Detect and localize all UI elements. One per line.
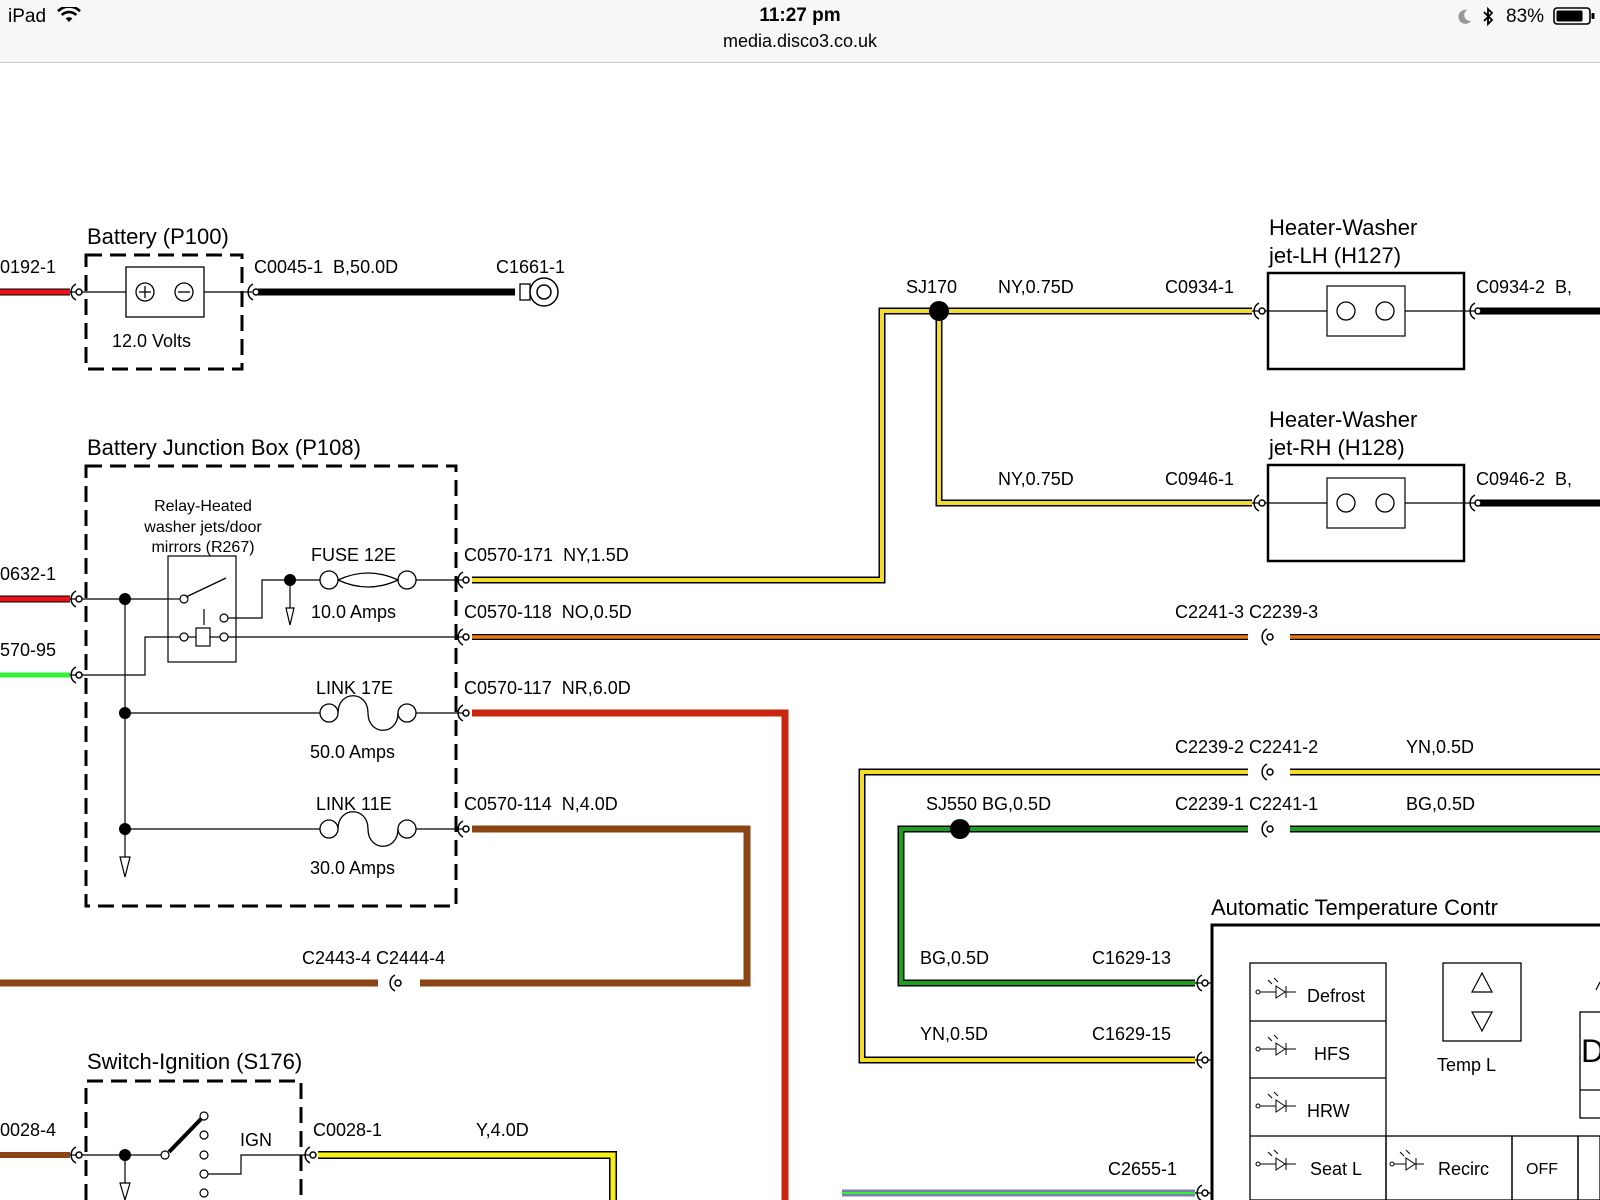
connector-c2239-2 bbox=[1261, 763, 1274, 781]
label-c0632: 0632-1 bbox=[0, 564, 56, 584]
fuse-12e-label: FUSE 12E bbox=[311, 545, 396, 565]
wire-yellow-ny-1-5 bbox=[472, 307, 939, 584]
ground-terminal-icon bbox=[519, 277, 559, 307]
battery-voltage: 12.0 Volts bbox=[112, 331, 191, 351]
link-11e: LINK 11E 30.0 Amps bbox=[310, 794, 417, 878]
label-c2443-4: C2443-4 C2444-4 bbox=[302, 948, 445, 968]
label-bg05-right: BG,0.5D bbox=[1406, 794, 1475, 814]
connector-c2241-3 bbox=[1261, 628, 1274, 646]
label-c0045: C0045-1 B,50.0D bbox=[254, 257, 398, 277]
label-c2239-1: C2239-1 C2241-1 bbox=[1175, 794, 1318, 814]
wire-yellow-y-4-0 bbox=[318, 1151, 617, 1200]
atc-button-hfs: HFS bbox=[1314, 1044, 1350, 1064]
atc-temp-label: Temp L bbox=[1437, 1055, 1496, 1075]
atc-button-defrost: Defrost bbox=[1307, 986, 1365, 1006]
label-c0570-114: C0570-114 N,4.0D bbox=[464, 794, 618, 814]
label-c0192: 0192-1 bbox=[0, 257, 56, 277]
led-icon bbox=[1255, 1149, 1296, 1171]
battery-p100: Battery (P100) 12.0 Volts bbox=[70, 224, 252, 371]
washer-lh-title-2: jet-LH (H127) bbox=[1268, 243, 1401, 268]
label-c0934-2: C0934-2 B, bbox=[1476, 277, 1572, 297]
label-c0946-1: C0946-1 bbox=[1165, 469, 1234, 489]
label-c2241-3: C2241-3 C2239-3 bbox=[1175, 602, 1318, 622]
connector-c2443-4 bbox=[389, 974, 402, 992]
led-icon bbox=[1255, 977, 1296, 999]
minus-terminal-icon bbox=[174, 282, 194, 302]
label-sj170: SJ170 bbox=[906, 277, 957, 297]
label-c0028-1: C0028-1 bbox=[313, 1120, 382, 1140]
heater-washer-jet-lh: Heater-Washer jet-LH (H127) bbox=[1252, 215, 1476, 371]
atc-button-recirc: Recirc bbox=[1438, 1159, 1489, 1179]
label-yn05-left: YN,0.5D bbox=[920, 1024, 988, 1044]
relay-label-line2: washer jets/door bbox=[143, 519, 262, 536]
led-icon bbox=[1389, 1149, 1424, 1171]
relay-label-line3: mirrors (R267) bbox=[151, 539, 254, 556]
ground-arrow-icon bbox=[119, 1182, 131, 1200]
wire-yellow-yn-0-5 bbox=[858, 768, 1248, 1064]
label-c0570-118: C0570-118 NO,0.5D bbox=[464, 602, 632, 622]
washer-lh-title-1: Heater-Washer bbox=[1269, 215, 1417, 240]
atc-button-off: OFF bbox=[1526, 1161, 1558, 1178]
label-bg05-left: BG,0.5D bbox=[920, 948, 989, 968]
link-11e-rating: 30.0 Amps bbox=[310, 858, 395, 878]
label-c1629-15: C1629-15 bbox=[1092, 1024, 1171, 1044]
label-y40: Y,4.0D bbox=[476, 1120, 529, 1140]
washer-rh-title-1: Heater-Washer bbox=[1269, 407, 1417, 432]
label-c1629-13: C1629-13 bbox=[1092, 948, 1171, 968]
label-c2655-1: C2655-1 bbox=[1108, 1159, 1177, 1179]
ignition-ign-label: IGN bbox=[240, 1130, 272, 1150]
ignition-title: Switch-Ignition (S176) bbox=[87, 1049, 302, 1074]
label-c0934-1: C0934-1 bbox=[1165, 277, 1234, 297]
bjb-title: Battery Junction Box (P108) bbox=[87, 435, 361, 460]
atc-button-seat-l: Seat L bbox=[1310, 1159, 1362, 1179]
led-icon bbox=[1255, 1034, 1296, 1056]
label-c0028-4: 0028-4 bbox=[0, 1120, 56, 1140]
atc-partial-arrow-icon bbox=[1595, 981, 1600, 991]
automatic-temperature-control: Automatic Temperature Contr Defrost HFS … bbox=[1195, 895, 1600, 1200]
splice-sj550 bbox=[950, 819, 970, 839]
wire-brown-n-4-0 bbox=[420, 825, 751, 987]
relay-label-line1: Relay-Heated bbox=[154, 498, 252, 515]
label-ny075-lh: NY,0.75D bbox=[998, 277, 1074, 297]
label-c0570-117: C0570-117 NR,6.0D bbox=[464, 678, 631, 698]
label-ny075-rh: NY,0.75D bbox=[998, 469, 1074, 489]
atc-title: Automatic Temperature Contr bbox=[1211, 895, 1498, 920]
battery-title: Battery (P100) bbox=[87, 224, 229, 249]
switch-ignition-s176: Switch-Ignition (S176) IGN bbox=[70, 1049, 310, 1200]
ground-arrow-icon bbox=[285, 607, 295, 626]
label-c1661: C1661-1 bbox=[496, 257, 565, 277]
atc-display-partial: D bbox=[1581, 1033, 1600, 1069]
battery-junction-box-p108: Battery Junction Box (P108) Relay-Heated… bbox=[70, 435, 463, 908]
link-11e-label: LINK 11E bbox=[316, 794, 392, 814]
ground-arrow-icon bbox=[119, 856, 131, 878]
splice-sj170 bbox=[929, 301, 949, 321]
washer-rh-title-2: jet-RH (H128) bbox=[1268, 435, 1405, 460]
label-c0570-171: C0570-171 NY,1.5D bbox=[464, 545, 629, 565]
wiring-diagram: Battery (P100) 12.0 Volts Battery Juncti… bbox=[0, 215, 1600, 1200]
fuse-12e-rating: 10.0 Amps bbox=[311, 602, 396, 622]
up-arrow-icon bbox=[1471, 971, 1493, 993]
atc-button-hrw: HRW bbox=[1307, 1101, 1350, 1121]
label-yn05-right: YN,0.5D bbox=[1406, 737, 1474, 757]
fuse-12e: FUSE 12E 10.0 Amps bbox=[284, 545, 463, 626]
link-17e-label: LINK 17E bbox=[316, 678, 393, 698]
label-c0946-2: C0946-2 B, bbox=[1476, 469, 1572, 489]
link-17e: LINK 17E 50.0 Amps bbox=[310, 678, 417, 762]
link-17e-rating: 50.0 Amps bbox=[310, 742, 395, 762]
down-arrow-icon bbox=[1471, 1011, 1493, 1033]
label-c2239-2: C2239-2 C2241-2 bbox=[1175, 737, 1318, 757]
label-c0570-95: 570-95 bbox=[0, 640, 56, 660]
heater-washer-jet-rh: Heater-Washer jet-RH (H128) bbox=[1252, 407, 1476, 563]
plus-terminal-icon bbox=[135, 282, 155, 302]
label-sj550: SJ550 BG,0.5D bbox=[926, 794, 1051, 814]
connector-c2239-1 bbox=[1261, 820, 1274, 838]
led-icon bbox=[1255, 1091, 1296, 1113]
